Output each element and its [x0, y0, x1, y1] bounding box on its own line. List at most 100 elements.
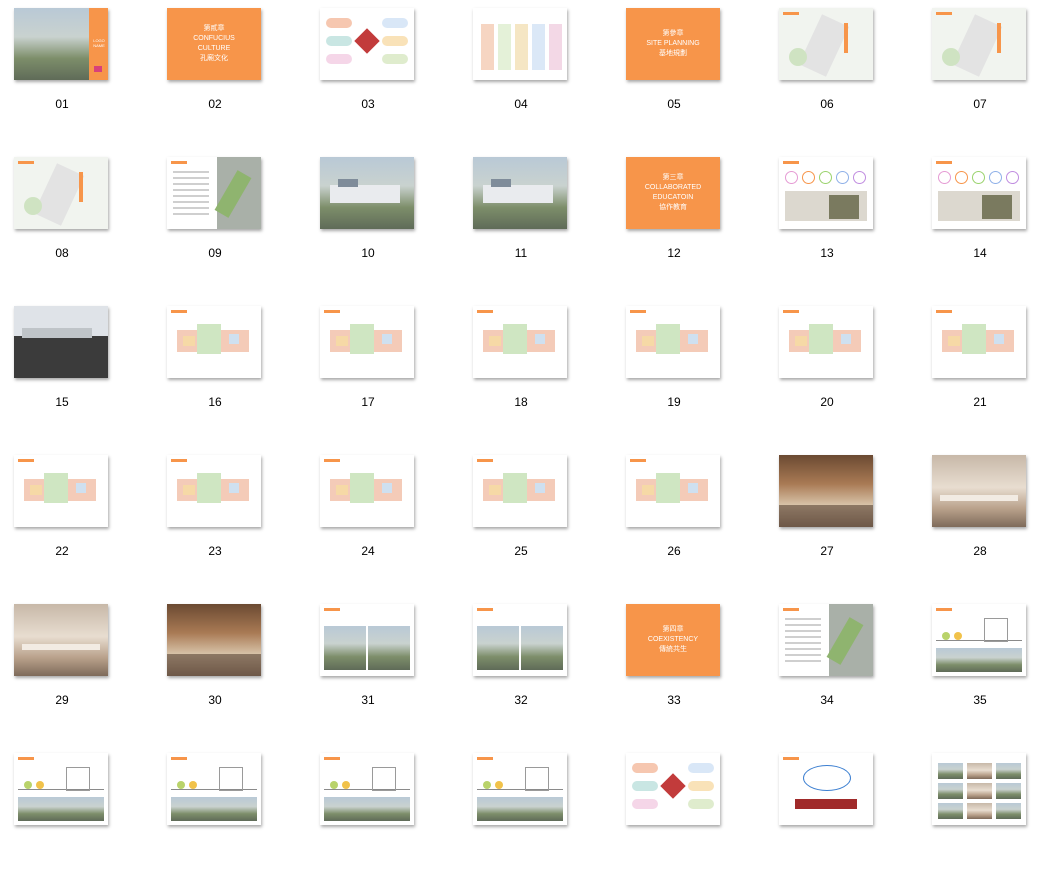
slide-number-label: 23	[208, 544, 222, 558]
slide-thumbnail-tile[interactable]: 第貳章 CONFUCIUS CULTURE 孔廟文化 02	[165, 2, 285, 132]
slide-thumbnail-tile[interactable]	[624, 747, 744, 877]
slide-thumbnail-image[interactable]: LOGO NAME	[14, 8, 108, 80]
slide-thumbnail-image[interactable]	[320, 306, 414, 378]
slide-thumbnail-tile[interactable]: 16	[165, 300, 285, 430]
slide-thumbnail-image[interactable]	[932, 604, 1026, 676]
slide-thumbnail-tile[interactable]: 32	[471, 598, 591, 728]
section-title-text: CONFUCIUS	[193, 35, 235, 42]
slide-thumbnail-tile[interactable]: 20	[777, 300, 897, 430]
slide-thumbnail-image[interactable]	[932, 157, 1026, 229]
slide-thumbnail-image[interactable]	[932, 455, 1026, 527]
slide-thumbnail-image[interactable]	[14, 455, 108, 527]
slide-thumbnail-tile[interactable]: 22	[12, 449, 132, 579]
slide-thumbnail-tile[interactable]: 06	[777, 2, 897, 132]
slide-thumbnail-image[interactable]	[320, 157, 414, 229]
slide-thumbnail-image[interactable]	[473, 753, 567, 825]
slide-number-label: 28	[973, 544, 987, 558]
slide-thumbnail-tile[interactable]	[777, 747, 897, 877]
section-title-text: 協作教育	[659, 204, 687, 211]
slide-number-label: 04	[514, 97, 528, 111]
slide-thumbnail-tile[interactable]: 30	[165, 598, 285, 728]
slide-thumbnail-tile[interactable]: 29	[12, 598, 132, 728]
slide-thumbnail-image[interactable]	[779, 455, 873, 527]
slide-number-label: 13	[820, 246, 834, 260]
slide-thumbnail-tile[interactable]: 23	[165, 449, 285, 579]
slide-thumbnail-image[interactable]	[167, 306, 261, 378]
slide-thumbnail-image[interactable]	[320, 604, 414, 676]
slide-thumbnail-image[interactable]	[320, 8, 414, 80]
slide-thumbnail-tile[interactable]: 25	[471, 449, 591, 579]
slide-thumbnail-image[interactable]	[779, 604, 873, 676]
slide-thumbnail-image[interactable]	[473, 604, 567, 676]
slide-thumbnail-tile[interactable]	[471, 747, 591, 877]
slide-thumbnail-tile[interactable]: 04	[471, 2, 591, 132]
slide-thumbnail-tile[interactable]: 28	[930, 449, 1050, 579]
slide-thumbnail-image[interactable]	[932, 8, 1026, 80]
slide-thumbnail-tile[interactable]: 07	[930, 2, 1050, 132]
slide-thumbnail-image[interactable]	[779, 8, 873, 80]
slide-thumbnail-image[interactable]	[626, 306, 720, 378]
slide-thumbnail-image[interactable]	[14, 604, 108, 676]
slide-thumbnail-tile[interactable]: 19	[624, 300, 744, 430]
slide-thumbnail-tile[interactable]: 13	[777, 151, 897, 281]
slide-thumbnail-image[interactable]	[473, 306, 567, 378]
slide-thumbnail-tile[interactable]: 08	[12, 151, 132, 281]
slide-number-label: 05	[667, 97, 681, 111]
slide-thumbnail-tile[interactable]: 第三章 COLLABORATED EDUCATOIN 協作教育 12	[624, 151, 744, 281]
slide-thumbnail-image[interactable]	[932, 753, 1026, 825]
slide-thumbnail-tile[interactable]: 31	[318, 598, 438, 728]
slide-thumbnail-image[interactable]: 第參章 SITE PLANNING 基地規劃	[626, 8, 720, 80]
slide-number-label: 02	[208, 97, 222, 111]
slide-thumbnail-tile[interactable]: 10	[318, 151, 438, 281]
slide-number-label: 07	[973, 97, 987, 111]
slide-thumbnail-image[interactable]	[167, 753, 261, 825]
slide-thumbnail-image[interactable]	[626, 455, 720, 527]
slide-thumbnail-tile[interactable]	[318, 747, 438, 877]
slide-thumbnail-tile[interactable]: 34	[777, 598, 897, 728]
slide-thumbnail-image[interactable]	[473, 8, 567, 80]
slide-thumbnail-image[interactable]: 第四章 COEXISTENCY 傳統共生	[626, 604, 720, 676]
slide-thumbnail-tile[interactable]: 27	[777, 449, 897, 579]
slide-thumbnail-image[interactable]	[14, 157, 108, 229]
slide-thumbnail-image[interactable]: 第三章 COLLABORATED EDUCATOIN 協作教育	[626, 157, 720, 229]
slide-thumbnail-tile[interactable]: 26	[624, 449, 744, 579]
slide-thumbnail-image[interactable]	[14, 753, 108, 825]
slide-thumbnail-image[interactable]	[167, 604, 261, 676]
slide-thumbnail-tile[interactable]: 09	[165, 151, 285, 281]
section-title-text: 傳統共生	[659, 646, 687, 653]
section-title-text: 第三章	[662, 174, 684, 181]
slide-thumbnail-tile[interactable]: 35	[930, 598, 1050, 728]
slide-thumbnail-image[interactable]	[167, 157, 261, 229]
slide-thumbnail-tile[interactable]: 17	[318, 300, 438, 430]
slide-number-label: 14	[973, 246, 987, 260]
slide-number-label: 26	[667, 544, 681, 558]
slide-thumbnail-tile[interactable]: 第四章 COEXISTENCY 傳統共生 33	[624, 598, 744, 728]
slide-thumbnail-image[interactable]	[779, 753, 873, 825]
slide-thumbnail-image[interactable]	[320, 753, 414, 825]
slide-thumbnail-tile[interactable]: 18	[471, 300, 591, 430]
slide-thumbnail-tile[interactable]: 14	[930, 151, 1050, 281]
slide-thumbnail-tile[interactable]: 15	[12, 300, 132, 430]
section-title-text: 第參章	[662, 30, 684, 37]
slide-thumbnail-image[interactable]	[779, 306, 873, 378]
slide-thumbnail-tile[interactable]: 03	[318, 2, 438, 132]
slide-thumbnail-tile[interactable]	[930, 747, 1050, 877]
slide-thumbnail-tile[interactable]	[165, 747, 285, 877]
slide-thumbnail-tile[interactable]: 11	[471, 151, 591, 281]
slide-thumbnail-image[interactable]	[167, 455, 261, 527]
slide-thumbnail-image[interactable]: 第貳章 CONFUCIUS CULTURE 孔廟文化	[167, 8, 261, 80]
slide-thumbnail-image[interactable]	[626, 753, 720, 825]
slide-thumbnail-image[interactable]	[320, 455, 414, 527]
slide-number-label: 25	[514, 544, 528, 558]
slide-thumbnail-image[interactable]	[779, 157, 873, 229]
slide-thumbnail-tile[interactable]	[12, 747, 132, 877]
slide-thumbnail-image[interactable]	[473, 455, 567, 527]
slide-thumbnail-image[interactable]	[932, 306, 1026, 378]
slide-thumbnail-tile[interactable]: LOGO NAME 01	[12, 2, 132, 132]
slide-thumbnail-image[interactable]	[473, 157, 567, 229]
slide-thumbnail-tile[interactable]: 21	[930, 300, 1050, 430]
slide-number-label: 29	[55, 693, 69, 707]
slide-thumbnail-image[interactable]	[14, 306, 108, 378]
slide-thumbnail-tile[interactable]: 24	[318, 449, 438, 579]
slide-thumbnail-tile[interactable]: 第參章 SITE PLANNING 基地規劃 05	[624, 2, 744, 132]
